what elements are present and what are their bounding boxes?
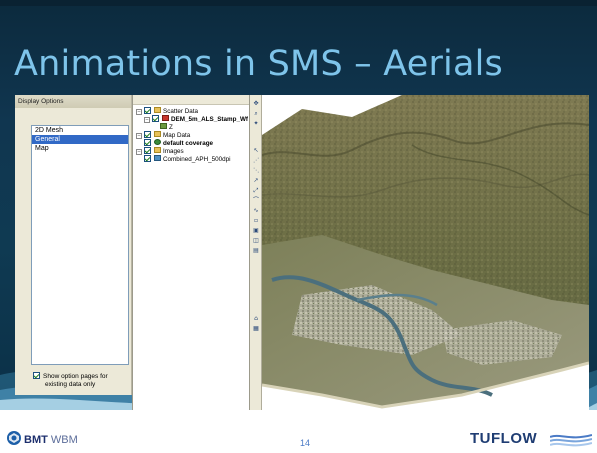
aerial-terrain-view[interactable] (262, 95, 589, 410)
image-icon (154, 155, 161, 161)
folder-icon (154, 107, 161, 113)
display-options-dialog: Display Options 2D Mesh General Map Show… (15, 95, 132, 395)
explorer-topbar (133, 95, 249, 105)
project-explorer: – Scatter Data – DEM_5m_ALS_Stamp_Wf Z – Ma… (132, 95, 250, 410)
tree-scatter-data[interactable]: – Scatter Data (136, 107, 248, 115)
select-icon[interactable]: ↖ (252, 147, 260, 154)
page-number: 14 (300, 438, 311, 448)
bmt-logo-icon (7, 431, 21, 445)
toolbar-tool-icon[interactable]: ⋰ (252, 157, 260, 164)
tree-coverage[interactable]: default coverage (136, 139, 248, 147)
show-pages-label-1: Show option pages for (43, 373, 108, 380)
slide-title: Animations in SMS – Aerials (14, 44, 503, 84)
vertical-toolbar: ✥ ⌕ ✦ ↖ ⋰ ⋱ ↗ ⤢ ⌒ ∿ ▫ ▣ ◫ ▤ ⌂ ▦ (250, 95, 262, 410)
folder-icon (154, 147, 161, 153)
scatter-icon (162, 115, 169, 121)
rotate-icon[interactable]: ✦ (252, 120, 260, 127)
toolbar-tool-icon[interactable]: ▫ (252, 217, 260, 224)
tree-z-dataset[interactable]: Z (136, 123, 248, 131)
checkbox-icon[interactable] (144, 155, 151, 162)
tree-dem[interactable]: – DEM_5m_ALS_Stamp_Wf (136, 115, 248, 123)
checkbox-icon[interactable] (152, 115, 159, 122)
checkbox-icon[interactable] (144, 139, 151, 146)
toolbar-tool-icon[interactable]: ↗ (252, 177, 260, 184)
bmt-wbm-text: BMT WBM (24, 434, 78, 446)
sms-screenshot: Display Options 2D Mesh General Map Show… (15, 95, 589, 410)
tree-images[interactable]: – Images (136, 147, 248, 155)
show-option-pages-checkbox[interactable]: Show option pages for existing data only (33, 372, 131, 389)
tuflow-waves-icon (550, 434, 592, 447)
toolbar-tool-icon[interactable]: ⌂ (252, 315, 260, 322)
toolbar-tool-icon[interactable]: ∿ (252, 207, 260, 214)
checkbox-icon[interactable] (144, 107, 151, 114)
dialog-title: Display Options (15, 95, 131, 108)
zoom-icon[interactable]: ⌕ (252, 110, 260, 117)
checkbox-icon[interactable] (144, 131, 151, 138)
checkbox-icon[interactable] (33, 372, 40, 379)
toolbar-tool-icon[interactable]: ⤢ (252, 187, 260, 194)
tree-image-item[interactable]: Combined_APH_500dpi (136, 155, 248, 163)
tuflow-logo-text: TUFLOW (470, 430, 538, 447)
folder-icon (154, 131, 161, 137)
toolbar-tool-icon[interactable]: ▦ (252, 325, 260, 332)
tree-map-data[interactable]: – Map Data (136, 131, 248, 139)
toolbar-tool-icon[interactable]: ▣ (252, 227, 260, 234)
option-general[interactable]: General (32, 135, 128, 144)
dataset-icon (160, 123, 167, 129)
option-page-list[interactable]: 2D Mesh General Map (31, 125, 129, 365)
toolbar-tool-icon[interactable]: ▤ (252, 247, 260, 254)
checkbox-icon[interactable] (144, 147, 151, 154)
show-pages-label-2: existing data only (45, 381, 96, 388)
project-tree: – Scatter Data – DEM_5m_ALS_Stamp_Wf Z – Ma… (136, 107, 248, 163)
toolbar-tool-icon[interactable]: ⌒ (252, 197, 260, 204)
option-map[interactable]: Map (32, 144, 128, 153)
option-2d-mesh[interactable]: 2D Mesh (32, 126, 128, 135)
toolbar-tool-icon[interactable]: ⋱ (252, 167, 260, 174)
coverage-icon (154, 139, 161, 145)
toolbar-tool-icon[interactable]: ◫ (252, 237, 260, 244)
toolbar-tool-icon[interactable]: ✥ (252, 100, 260, 107)
